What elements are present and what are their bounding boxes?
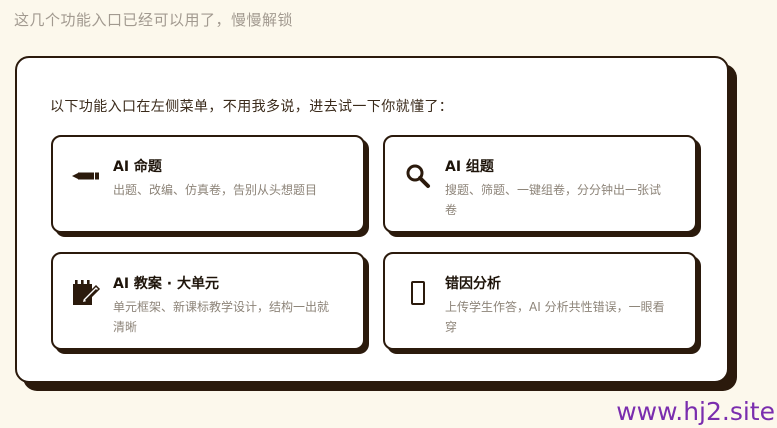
edit-notebook-icon [71,278,101,308]
watermark-text: www.hj2.site [616,397,775,426]
feature-panel: 以下功能入口在左侧菜单，不用我多说，进去试一下你就懂了： AI 命题 出题、改编… [15,56,729,383]
pencil-icon [71,161,101,191]
card-title: AI 命题 [113,159,162,175]
intro-text: 以下功能入口在左侧菜单，不用我多说，进去试一下你就懂了： [50,99,454,115]
feature-card-ai-question[interactable]: AI 命题 出题、改编、仿真卷，告别从头想题目 [51,135,365,233]
card-description: 出题、改编、仿真卷，告别从头想题目 [113,183,318,197]
feature-card-ai-assemble[interactable]: AI 组题 搜题、筛题、一键组卷，分分钟出一张试卷 [383,135,697,233]
card-description: 搜题、筛题、一键组卷，分分钟出一张试卷 [445,183,662,217]
feature-card-ai-lesson-plan[interactable]: AI 教案 · 大单元 单元框架、新课标教学设计，结构一出就清晰 [51,252,365,350]
card-title: AI 组题 [445,159,494,175]
phone-icon [403,278,433,308]
card-description: 上传学生作答，AI 分析共性错误，一眼看穿 [445,300,665,334]
card-title: AI 教案 · 大单元 [113,276,219,292]
card-title: 错因分析 [445,276,501,292]
magnifier-icon [403,161,433,191]
feature-card-error-analysis[interactable]: 错因分析 上传学生作答，AI 分析共性错误，一眼看穿 [383,252,697,350]
page-note: 这几个功能入口已经可以用了，慢慢解锁 [14,11,294,29]
card-description: 单元框架、新课标教学设计，结构一出就清晰 [113,300,330,334]
